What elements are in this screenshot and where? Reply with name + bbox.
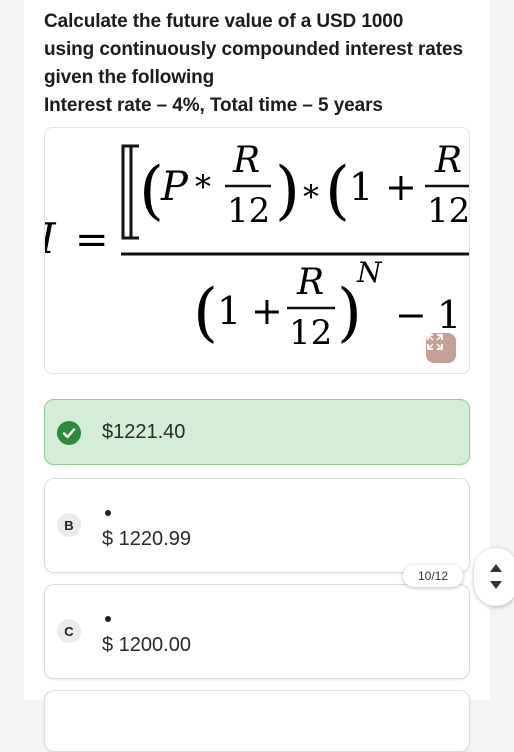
formula-one-3: 1 — [437, 293, 461, 337]
paren-open-3: ( — [193, 276, 218, 350]
paren-open-2: ( — [325, 154, 350, 228]
formula-minus: − — [395, 293, 427, 337]
scroll-updown-button[interactable] — [474, 548, 514, 606]
formula-r-3: R — [296, 262, 324, 303]
question-line: using continuously compounded interest r… — [44, 39, 463, 60]
formula-svg: I = ( P * R 12 ) * ( 1 + R 12 ( 1 + R 12… — [45, 140, 469, 353]
option-a[interactable]: $1221.40 — [44, 399, 470, 465]
formula-p: P — [160, 164, 189, 210]
bullet-icon — [105, 616, 111, 622]
formula-image: I = ( P * R 12 ) * ( 1 + R 12 ( 1 + R 12… — [44, 127, 470, 374]
formula-one-2: 1 — [217, 289, 241, 333]
bracket-left-inner — [129, 144, 139, 240]
option-b[interactable]: B $ 1220.99 — [44, 478, 470, 573]
option-c-value: $ 1200.00 — [102, 634, 191, 656]
formula-one: 1 — [349, 165, 373, 209]
formula-12: 12 — [227, 191, 270, 231]
page-counter: 10/12 — [403, 565, 463, 587]
question-line: given the following — [44, 67, 215, 88]
formula-plus: + — [385, 165, 417, 209]
question-line: Interest rate – 4%, Total time – 5 years — [44, 95, 383, 116]
expand-icon[interactable] — [426, 333, 456, 363]
formula-r: R — [232, 140, 260, 181]
option-a-value: $1221.40 — [102, 421, 186, 443]
question-line: Calculate the future value of a USD 1000 — [44, 11, 404, 32]
formula-plus-2: + — [251, 289, 283, 333]
formula-exponent: N — [356, 256, 383, 289]
formula-12-3: 12 — [289, 313, 332, 353]
formula-12-2: 12 — [427, 191, 469, 231]
option-b-letter: B — [57, 513, 81, 537]
formula-star-2: * — [303, 178, 319, 216]
paren-close: ) — [275, 154, 300, 228]
up-down-arrows-icon — [490, 564, 502, 589]
check-icon — [57, 421, 81, 445]
formula-equals: = — [75, 217, 109, 263]
formula-r-2: R — [434, 140, 462, 181]
option-c[interactable]: C $ 1200.00 — [44, 584, 470, 679]
option-c-letter: C — [57, 619, 81, 643]
option-d[interactable] — [44, 690, 470, 752]
formula-lhs: I — [45, 214, 57, 263]
question-text: Calculate the future value of a USD 1000… — [44, 8, 484, 120]
formula-star: * — [195, 168, 211, 206]
bullet-icon — [105, 510, 111, 516]
option-b-value: $ 1220.99 — [102, 528, 191, 550]
